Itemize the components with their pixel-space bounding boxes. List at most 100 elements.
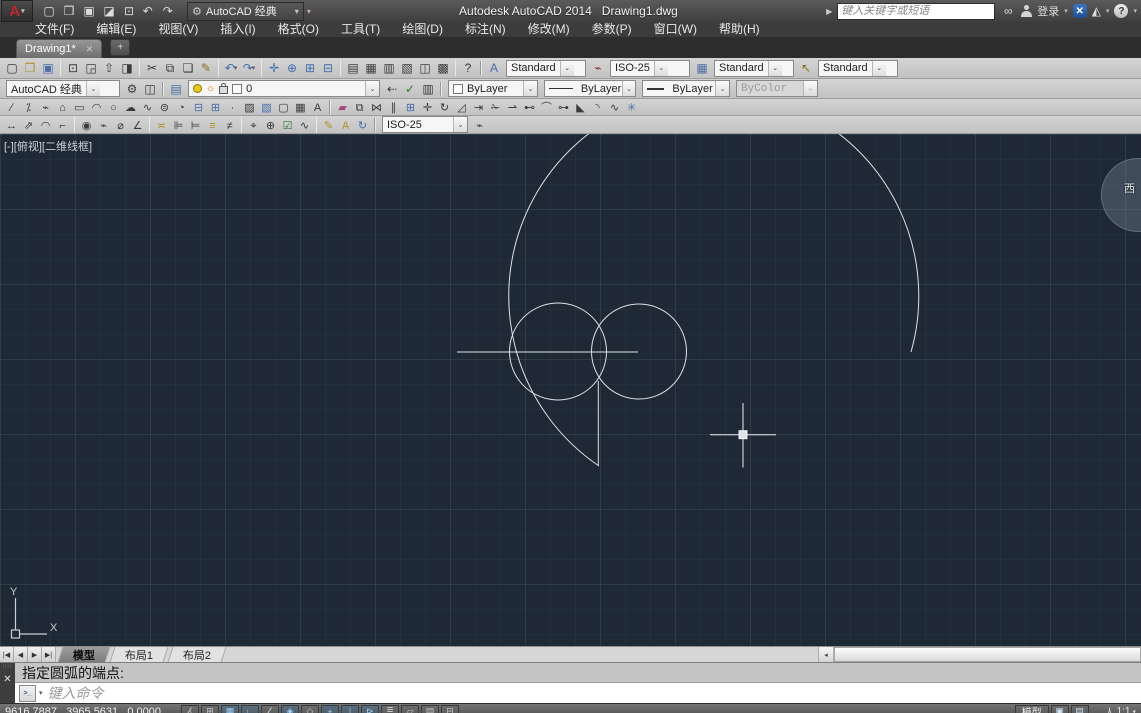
workspace-save-icon[interactable]: ◫ — [141, 81, 159, 97]
dim-arc-length-icon[interactable]: ◠ — [37, 119, 54, 133]
status-snap[interactable]: ⊞ — [201, 705, 219, 713]
pan-icon[interactable]: ✛ — [265, 60, 283, 76]
status-polar[interactable]: ∠ — [261, 705, 279, 713]
signin-label[interactable]: 登录 — [1037, 3, 1059, 19]
model-space-button[interactable]: 模型 — [1015, 705, 1049, 713]
status-3dosnap[interactable]: ◇ — [301, 705, 319, 713]
text-style-combo[interactable]: Standard ⌄ — [506, 60, 586, 77]
redo-icon[interactable]: ↷▾ — [240, 60, 258, 76]
dim-radius-icon[interactable]: ◉ — [78, 119, 95, 133]
command-close-icon[interactable]: ✕ — [3, 674, 11, 685]
command-options-caret-icon[interactable]: ▾ — [39, 689, 43, 697]
status-quick-properties[interactable]: ▤ — [421, 705, 439, 713]
autodesk360-icon[interactable]: ◭ — [1092, 4, 1101, 18]
qat-save-icon[interactable]: ▣ — [79, 2, 99, 20]
menu-insert[interactable]: 插入(I) — [209, 22, 266, 37]
dim-break-icon[interactable]: ≠ — [221, 119, 238, 133]
center-mark-icon[interactable]: ⊕ — [262, 119, 279, 133]
help-caret-icon[interactable]: ▾ — [1133, 7, 1137, 15]
polyline-icon[interactable]: ⌁ — [37, 102, 54, 116]
coordinates-readout[interactable]: 9616.7887, 3965.5631, 0.0000 — [5, 706, 161, 713]
zoom-window-icon[interactable]: ⊞ — [301, 60, 319, 76]
user-icon[interactable] — [1021, 5, 1032, 17]
qat-undo-icon[interactable]: ↶▾ — [139, 2, 159, 20]
status-infer-constraints[interactable]: ∡ — [181, 705, 199, 713]
dim-linear-icon[interactable]: ↔ — [3, 119, 20, 133]
dim-style-combo[interactable]: ISO-25 ⌄ — [610, 60, 690, 77]
horizontal-scrollbar[interactable]: ◂ — [818, 647, 1141, 662]
menu-tools[interactable]: 工具(T) — [330, 22, 391, 37]
layout-tab-布局2[interactable]: 布局2 — [168, 647, 227, 662]
revision-cloud-icon[interactable]: ☁ — [122, 102, 139, 116]
save-icon[interactable]: ▣ — [39, 60, 57, 76]
polygon-icon[interactable]: ⌂ — [54, 102, 71, 116]
autodesk360-caret-icon[interactable]: ▾ — [1106, 7, 1110, 15]
move-icon[interactable]: ✛ — [419, 102, 436, 116]
mtext-icon[interactable]: A — [309, 102, 326, 116]
drawing-tab[interactable]: Drawing1* ✕ — [16, 39, 102, 58]
status-dyn[interactable]: ⊳ — [361, 705, 379, 713]
arc-icon[interactable]: ◠ — [88, 102, 105, 116]
menu-draw[interactable]: 绘图(D) — [391, 22, 454, 37]
dim-jog-line-icon[interactable]: ∿ — [296, 119, 313, 133]
quick-view-layouts-icon[interactable]: ▣ — [1051, 705, 1069, 713]
annotation-scale-caret-icon[interactable]: ▾ — [1132, 708, 1136, 713]
dim-edit-icon[interactable]: ✎ — [320, 119, 337, 133]
layer-combo[interactable]: ☼ 0 ⌄ — [188, 80, 380, 97]
status-osnap[interactable]: ◈ — [281, 705, 299, 713]
redo-icon-caret[interactable]: ▾ — [252, 64, 256, 72]
make-block-icon[interactable]: ⊞ — [207, 102, 224, 116]
qat-saveas-icon[interactable]: ◪ — [99, 2, 119, 20]
new-drawing-tab-button[interactable]: + — [110, 39, 130, 56]
table-style-icon[interactable]: ▦ — [693, 60, 711, 76]
chevron-down-icon[interactable]: ⌄ — [86, 81, 100, 96]
dim-diameter-icon[interactable]: ⌀ — [112, 119, 129, 133]
object-color-combo[interactable]: ByLayer ⌄ — [448, 80, 538, 97]
menu-format[interactable]: 格式(O) — [267, 22, 330, 37]
undo-icon-caret[interactable]: ▾ — [234, 64, 238, 72]
properties-palette-icon[interactable]: ▤ — [344, 60, 362, 76]
tolerance-icon[interactable]: ⌖ — [245, 119, 262, 133]
zoom-previous-icon[interactable]: ⊟ — [319, 60, 337, 76]
table-icon[interactable]: ▦ — [292, 102, 309, 116]
match-properties-icon[interactable]: ✎ — [197, 60, 215, 76]
sheetset-manager-icon[interactable]: ▧ — [398, 60, 416, 76]
chevron-down-icon[interactable]: ⌄ — [872, 61, 886, 76]
drag-handle-icon[interactable]: ∷∷ — [3, 665, 13, 670]
status-otrack[interactable]: + — [321, 705, 339, 713]
menu-dimension[interactable]: 标注(N) — [454, 22, 517, 37]
menu-help[interactable]: 帮助(H) — [708, 22, 771, 37]
text-style-icon[interactable]: A — [485, 60, 503, 76]
point-icon[interactable]: · — [224, 102, 241, 116]
publish-icon[interactable]: ⇧ — [100, 60, 118, 76]
dim-ordinate-icon[interactable]: ⌐ — [54, 119, 71, 133]
menu-view[interactable]: 视图(V) — [147, 22, 209, 37]
linetype-combo[interactable]: ByLayer ⌄ — [544, 80, 636, 97]
cut-icon[interactable]: ✂ — [143, 60, 161, 76]
chevron-down-icon[interactable]: ⌄ — [768, 61, 782, 76]
new-icon[interactable]: ▢ — [3, 60, 21, 76]
trim-icon[interactable]: ✁ — [487, 102, 504, 116]
chevron-down-icon[interactable]: ⌄ — [622, 81, 635, 96]
scrollbar-thumb[interactable] — [834, 647, 1141, 662]
layout-nav-button-3[interactable]: ▶| — [42, 647, 56, 662]
menu-parametric[interactable]: 参数(P) — [581, 22, 643, 37]
layout-nav-button-0[interactable]: |◀ — [0, 647, 14, 662]
quickcalc-icon[interactable]: ▩ — [434, 60, 452, 76]
menu-file[interactable]: 文件(F) — [24, 22, 85, 37]
rotate-icon[interactable]: ↻ — [436, 102, 453, 116]
exchange-apps-icon[interactable]: ✕ — [1073, 4, 1087, 18]
layer-match-icon[interactable]: ✓ — [401, 81, 419, 97]
break-icon[interactable]: ⌒ — [538, 102, 555, 116]
workspace-combo[interactable]: AutoCAD 经典 ⌄ — [6, 80, 120, 97]
ellipse-arc-icon[interactable]: ◔ — [173, 102, 190, 116]
status-ducs[interactable]: ⊥ — [341, 705, 359, 713]
mleader-style-combo[interactable]: Standard ⌄ — [818, 60, 898, 77]
extend-icon[interactable]: ⇀ — [504, 102, 521, 116]
layer-properties-icon[interactable]: ▤ — [167, 81, 185, 97]
dim-style-manager-icon[interactable]: ⌁ — [471, 119, 488, 133]
qat-redo-icon-caret[interactable]: ▾ — [172, 7, 176, 15]
menu-edit[interactable]: 编辑(E) — [85, 22, 147, 37]
command-input[interactable] — [46, 684, 1141, 702]
dim-style-toolbar-combo[interactable]: ISO-25 ⌄ — [382, 116, 468, 133]
